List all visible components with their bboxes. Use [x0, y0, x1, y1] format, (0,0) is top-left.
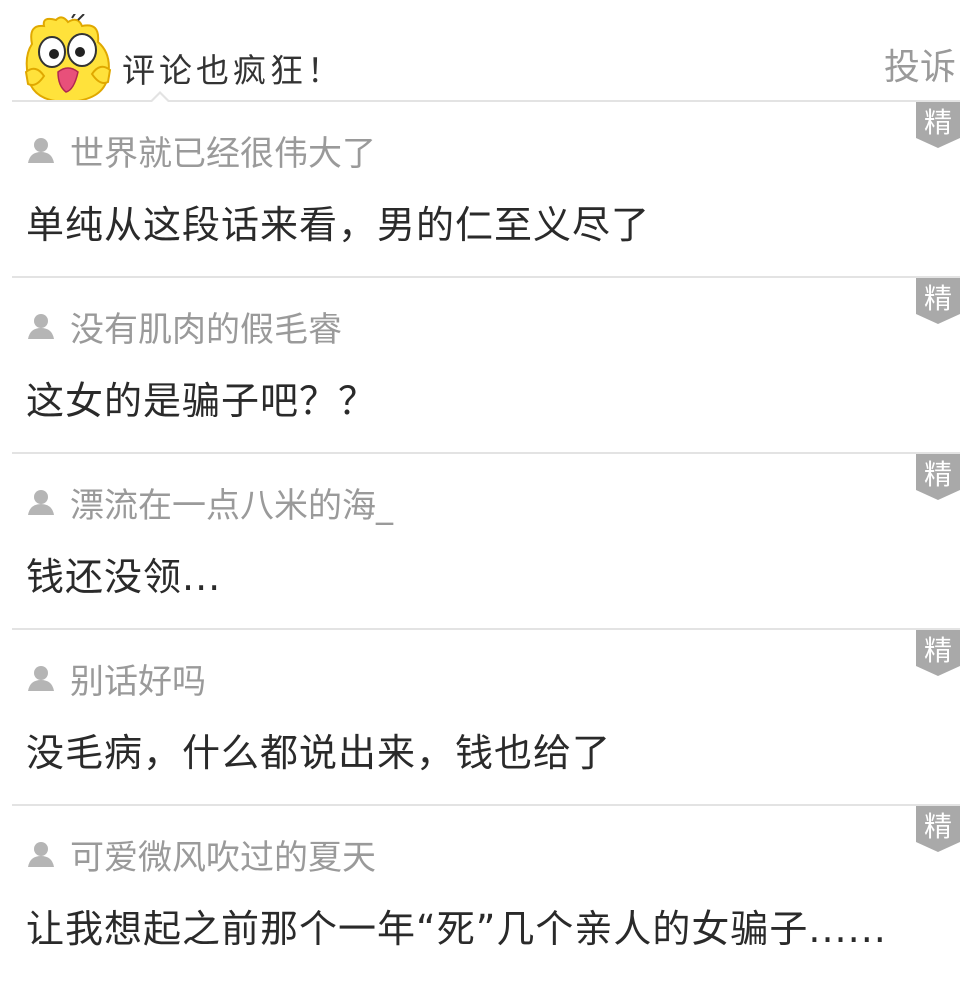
comment-username[interactable]: 漂流在一点八米的海_: [70, 478, 393, 527]
comment-list: 精 世界就已经很伟大了 单纯从这段话来看，男的仁至义尽了 精 没有肌肉的假毛睿: [0, 102, 978, 986]
comment-username[interactable]: 没有肌肉的假毛睿: [70, 302, 342, 351]
comment-item: 精 没有肌肉的假毛睿 这女的是骗子吧？？: [12, 278, 960, 454]
comment-text: 没毛病，什么都说出来，钱也给了: [26, 731, 612, 775]
comment-username[interactable]: 世界就已经很伟大了: [70, 126, 376, 175]
comment-text: 让我想起之前那个一年“死”几个亲人的女骗子......: [26, 907, 887, 951]
user-icon: [28, 138, 54, 163]
report-button[interactable]: 投诉: [884, 38, 956, 90]
comment-text: 钱还没领...: [26, 555, 222, 599]
comment-item: 精 别话好吗 没毛病，什么都说出来，钱也给了: [12, 630, 960, 806]
comment-text: 这女的是骗子吧？？: [26, 379, 378, 423]
featured-badge: 精: [916, 630, 960, 676]
header-title: 评论也疯狂！: [122, 51, 344, 90]
user-icon: [28, 314, 54, 339]
comment-username[interactable]: 别话好吗: [70, 654, 206, 703]
featured-badge-label: 精: [924, 634, 952, 667]
user-icon: [28, 666, 54, 691]
comments-header: 评论也疯狂！ 投诉: [0, 0, 978, 104]
featured-badge: 精: [916, 278, 960, 324]
featured-badge-label: 精: [924, 282, 952, 315]
comment-item: 精 世界就已经很伟大了 单纯从这段话来看，男的仁至义尽了: [12, 102, 960, 278]
featured-badge: 精: [916, 806, 960, 852]
comment-username[interactable]: 可爱微风吹过的夏天: [70, 830, 376, 879]
user-icon: [28, 842, 54, 867]
user-icon: [28, 490, 54, 515]
comment-text: 单纯从这段话来看，男的仁至义尽了: [26, 203, 651, 247]
featured-badge: 精: [916, 102, 960, 148]
featured-badge: 精: [916, 454, 960, 500]
chick-mascot-icon: [22, 11, 114, 104]
featured-badge-label: 精: [924, 106, 952, 139]
featured-badge-label: 精: [924, 810, 952, 843]
comment-item: 精 可爱微风吹过的夏天 让我想起之前那个一年“死”几个亲人的女骗子......: [12, 806, 960, 986]
featured-badge-label: 精: [924, 458, 952, 491]
comment-item: 精 漂流在一点八米的海_ 钱还没领...: [12, 454, 960, 630]
